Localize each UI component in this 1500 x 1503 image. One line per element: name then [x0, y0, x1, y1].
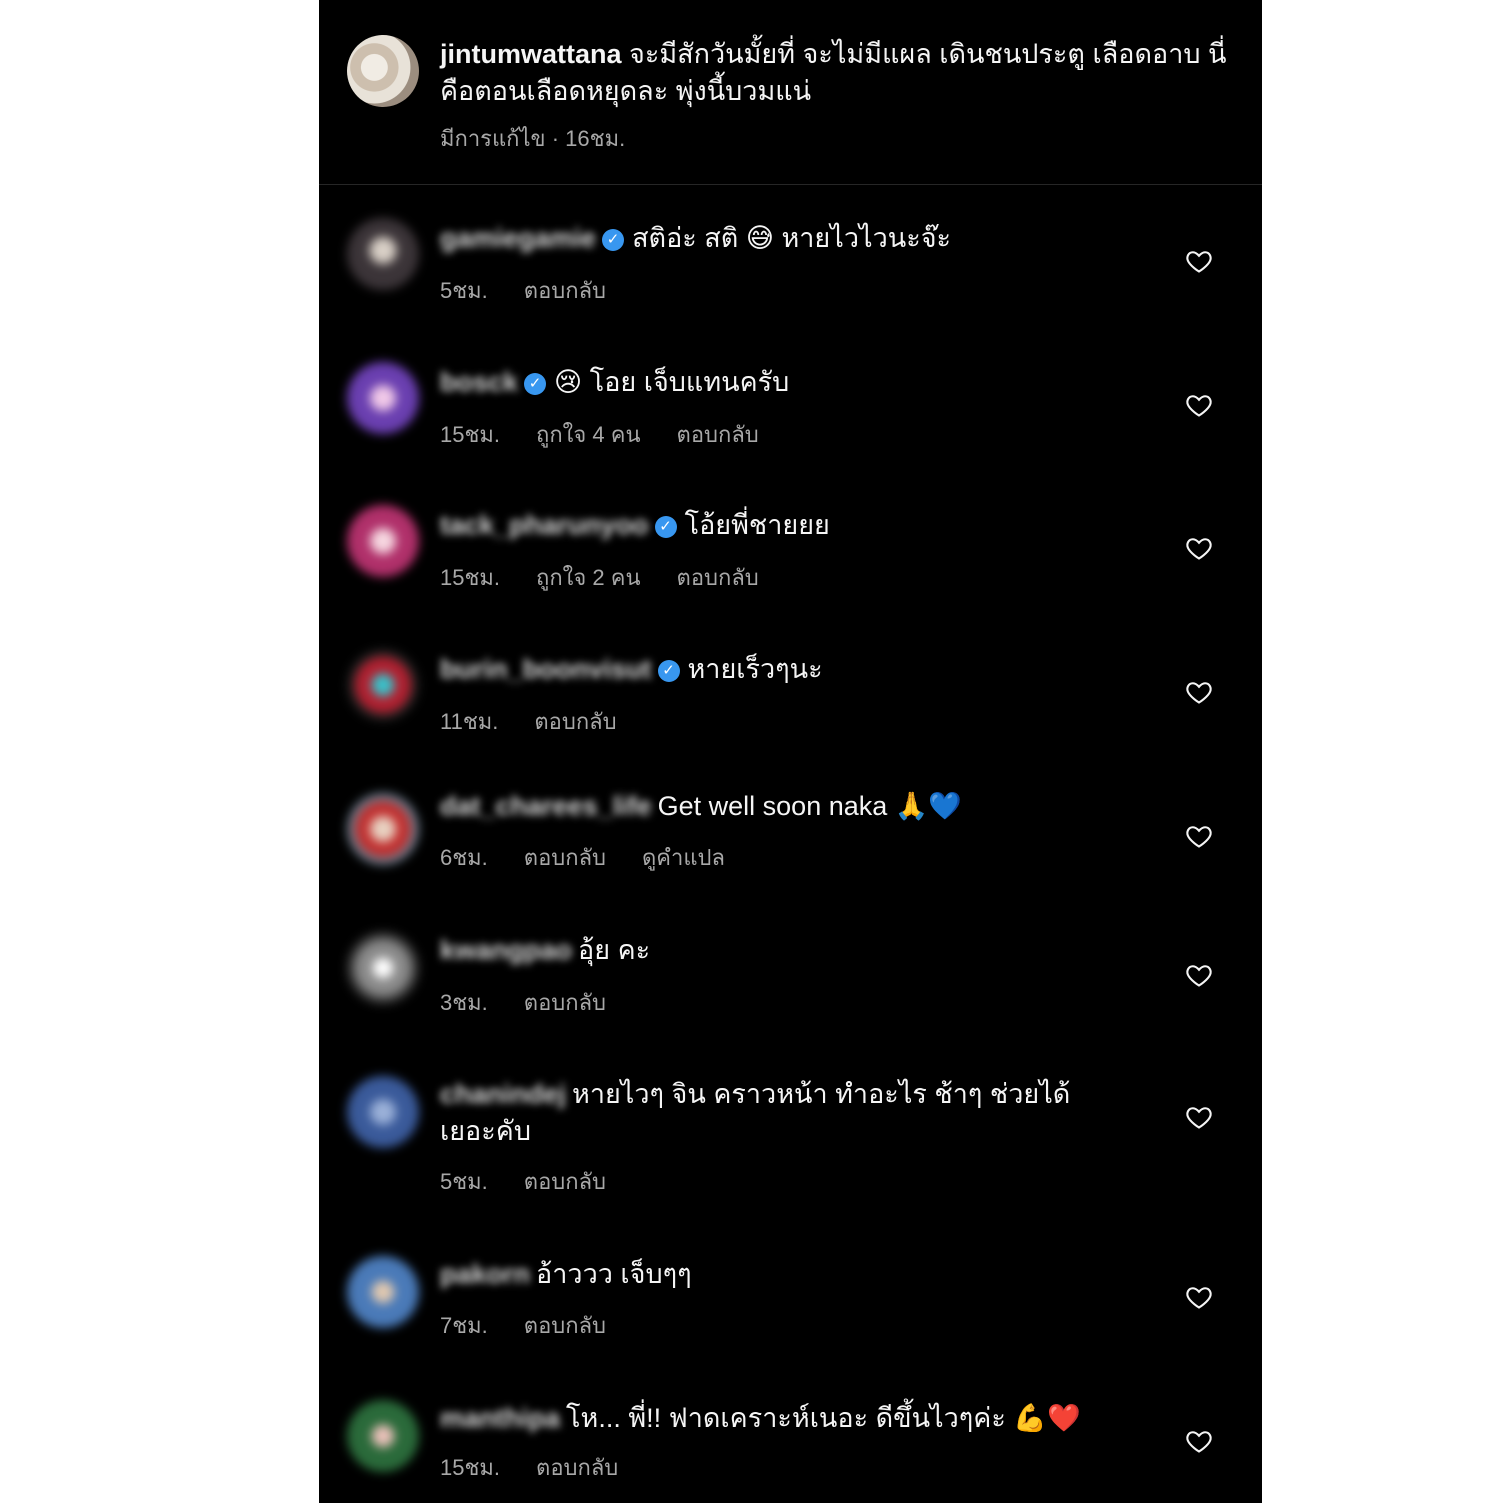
commenter-username[interactable]: pakorn	[440, 1256, 530, 1293]
comment-text: tack_pharunyoo ✓ โอ้ยพี่ชายยย	[440, 507, 1120, 544]
heart-outline-icon[interactable]	[1185, 1283, 1213, 1311]
commenter-avatar[interactable]	[347, 218, 419, 290]
comment-body: อุ้ย คะ	[578, 935, 651, 965]
commenter-avatar[interactable]	[347, 793, 419, 865]
reply-button[interactable]: ตอบกลับ	[524, 1313, 606, 1338]
commenter-avatar[interactable]	[347, 649, 419, 721]
commenter-username[interactable]: manthipa	[440, 1400, 560, 1437]
caption-text: jintumwattana จะมีสักวันมั้ยที่ จะไม่มีแ…	[440, 36, 1230, 110]
comment-time: 15ชม.	[440, 422, 501, 447]
heart-outline-icon[interactable]	[1185, 391, 1213, 419]
comment-time: 15ชม.	[440, 565, 501, 590]
commenter-username[interactable]: kwangpao	[440, 932, 572, 969]
verified-badge-icon: ✓	[524, 372, 547, 395]
comment-body: หายเร็วๆนะ	[687, 654, 823, 684]
comment-time: 5ชม.	[440, 1169, 488, 1194]
comment-meta: 11ชม. ตอบกลับ	[440, 704, 653, 739]
comment-time: 5ชม.	[440, 278, 488, 303]
commenter-username[interactable]: bosck	[440, 364, 518, 401]
like-count[interactable]: ถูกใจ 2 คน	[536, 565, 641, 590]
comment-meta: 5ชม. ตอบกลับ	[440, 1164, 642, 1199]
reply-button[interactable]: ตอบกลับ	[677, 422, 759, 447]
commenter-avatar[interactable]	[347, 932, 419, 1004]
verified-badge-icon: ✓	[654, 515, 677, 538]
owner-username[interactable]: jintumwattana	[440, 39, 622, 69]
comment-meta: 6ชม. ตอบกลับ ดูคำแปล	[440, 840, 761, 875]
heart-outline-icon[interactable]	[1185, 678, 1213, 706]
comment-body: 😢 โอย เจ็บแทนครับ	[554, 367, 790, 397]
reply-button[interactable]: ตอบกลับ	[677, 565, 759, 590]
comments-screen: jintumwattana จะมีสักวันมั้ยที่ จะไม่มีแ…	[319, 0, 1262, 1503]
commenter-username[interactable]: dat_charees_life	[440, 788, 652, 825]
comment-meta: 15ชม. ตอบกลับ	[440, 1450, 654, 1485]
comment-time: 15ชม.	[440, 1455, 501, 1480]
comment-time: 6ชม.	[440, 845, 488, 870]
comment-text: burin_boonvisut ✓ หายเร็วๆนะ	[440, 651, 1120, 688]
comment-body: Get well soon naka 🙏💙	[657, 791, 962, 821]
edited-label: มีการแก้ไข	[440, 126, 546, 151]
heart-outline-icon[interactable]	[1185, 534, 1213, 562]
comment-meta: 15ชม. ถูกใจ 4 คน ตอบกลับ	[440, 417, 795, 452]
comment-text: dat_charees_life Get well soon naka 🙏💙	[440, 788, 1120, 825]
commenter-avatar[interactable]	[347, 1400, 419, 1472]
reply-button[interactable]: ตอบกลับ	[524, 990, 606, 1015]
commenter-username[interactable]: burin_boonvisut	[440, 651, 652, 688]
heart-outline-icon[interactable]	[1185, 961, 1213, 989]
comment-text: kwangpao อุ้ย คะ	[440, 932, 1120, 969]
commenter-avatar[interactable]	[347, 362, 419, 434]
caption-meta: มีการแก้ไข · 16ชม.	[440, 126, 626, 151]
comment-body: โอ้ยพี่ชายยย	[684, 510, 830, 540]
heart-outline-icon[interactable]	[1185, 247, 1213, 275]
commenter-avatar[interactable]	[347, 505, 419, 577]
comment-text: pakorn อ้าววว เจ็บๆๆ	[440, 1256, 1120, 1293]
comment-time: 7ชม.	[440, 1313, 488, 1338]
comment-text: gamiegamie ✓ สติอ่ะ สติ 😅 หายไวไวนะจ๊ะ	[440, 220, 1120, 257]
like-count[interactable]: ถูกใจ 4 คน	[536, 422, 641, 447]
heart-outline-icon[interactable]	[1185, 1103, 1213, 1131]
comment-text: manthipa โห... พี่!! ฟาดเคราะห์เนอะ ดีขึ้…	[440, 1400, 1120, 1437]
reply-button[interactable]: ตอบกลับ	[524, 278, 606, 303]
comment-time: 11ชม.	[440, 709, 499, 734]
commenter-username[interactable]: tack_pharunyoo	[440, 507, 649, 544]
comment-time: 3ชม.	[440, 990, 488, 1015]
comment-meta: 5ชม. ตอบกลับ	[440, 273, 642, 308]
reply-button[interactable]: ตอบกลับ	[524, 845, 606, 870]
commenter-username[interactable]: chanindej	[440, 1076, 566, 1113]
reply-button[interactable]: ตอบกลับ	[524, 1169, 606, 1194]
comment-body: โห... พี่!! ฟาดเคราะห์เนอะ ดีขึ้นไวๆค่ะ …	[566, 1403, 1081, 1433]
commenter-avatar[interactable]	[347, 1256, 419, 1328]
reply-button[interactable]: ตอบกลับ	[536, 1455, 618, 1480]
verified-badge-icon: ✓	[602, 228, 625, 251]
comment-meta: 3ชม. ตอบกลับ	[440, 985, 642, 1020]
comment-meta: 15ชม. ถูกใจ 2 คน ตอบกลับ	[440, 560, 795, 595]
commenter-avatar[interactable]	[347, 1076, 419, 1148]
comment-meta: 7ชม. ตอบกลับ	[440, 1308, 642, 1343]
reply-button[interactable]: ตอบกลับ	[534, 709, 616, 734]
post-caption: jintumwattana จะมีสักวันมั้ยที่ จะไม่มีแ…	[319, 0, 1262, 185]
comment-text: chanindej หายไวๆ จิน คราวหน้า ทำอะไร ช้าๆ…	[440, 1076, 1120, 1150]
comment-body: สติอ่ะ สติ 😅 หายไวไวนะจ๊ะ	[632, 223, 952, 253]
verified-badge-icon: ✓	[657, 659, 680, 682]
owner-avatar[interactable]	[347, 35, 419, 107]
heart-outline-icon[interactable]	[1185, 822, 1213, 850]
caption-time: 16ชม.	[565, 126, 626, 151]
comment-text: bosck ✓ 😢 โอย เจ็บแทนครับ	[440, 364, 1120, 401]
commenter-username[interactable]: gamiegamie	[440, 220, 596, 257]
heart-outline-icon[interactable]	[1185, 1427, 1213, 1455]
translate-button[interactable]: ดูคำแปล	[642, 845, 725, 870]
comment-body: อ้าววว เจ็บๆๆ	[536, 1259, 692, 1289]
